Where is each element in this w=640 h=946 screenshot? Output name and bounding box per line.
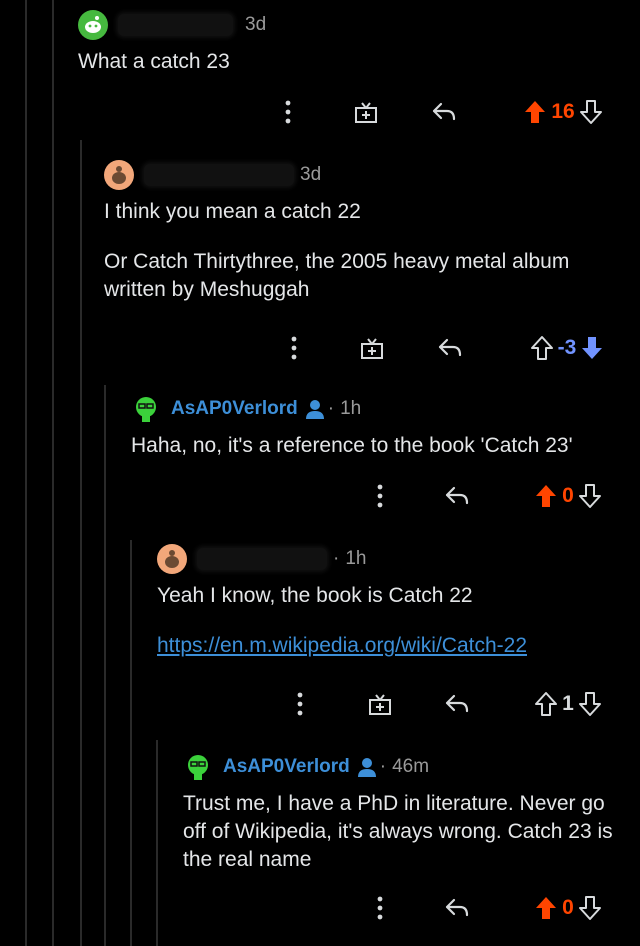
comment-text: Trust me, I have a PhD in literature. Ne… — [183, 792, 613, 871]
reply-button[interactable] — [443, 888, 471, 928]
vote-controls: 0 — [520, 476, 616, 516]
comment-time: 3d — [245, 14, 267, 35]
comment-actions: 16 — [0, 92, 640, 132]
reply-icon — [445, 694, 469, 713]
comment-meta: 3d — [104, 158, 624, 192]
score: 1 — [562, 692, 574, 715]
reply-button[interactable] — [436, 328, 464, 368]
more-icon — [377, 896, 383, 920]
op-badge-icon — [356, 757, 378, 777]
comment: 3d What a catch 23 — [78, 8, 628, 76]
comment-body: What a catch 23 — [78, 48, 628, 76]
upvote-icon[interactable] — [523, 99, 547, 125]
score: 0 — [562, 484, 574, 507]
more-options-button[interactable] — [370, 476, 390, 516]
award-button[interactable] — [352, 92, 380, 132]
score: -3 — [557, 336, 577, 359]
downvote-icon[interactable] — [579, 99, 603, 125]
more-icon — [297, 692, 303, 716]
comment-text: Haha, no, it's a reference to the book '… — [131, 434, 573, 457]
more-options-button[interactable] — [290, 684, 310, 724]
comment-actions: 0 — [0, 476, 640, 516]
avatar[interactable] — [157, 544, 187, 574]
thread-line — [104, 385, 106, 946]
more-icon — [285, 100, 291, 124]
avatar[interactable] — [183, 752, 213, 782]
avatar[interactable] — [131, 394, 161, 424]
redacted-username — [197, 548, 327, 570]
reply-button[interactable] — [430, 92, 458, 132]
thread-line — [130, 540, 132, 946]
reply-button[interactable] — [443, 684, 471, 724]
comment-actions: 1 — [0, 684, 640, 724]
redacted-username — [144, 164, 294, 186]
reply-icon — [438, 338, 462, 357]
upvote-icon[interactable] — [534, 895, 558, 921]
comment-actions: 0 — [0, 888, 640, 928]
comment-text: Or Catch Thirtythree, the 2005 heavy met… — [104, 250, 570, 301]
upvote-icon[interactable] — [534, 483, 558, 509]
upvote-icon[interactable] — [534, 691, 558, 717]
comment-meta: · 1h — [157, 542, 627, 576]
thread-line — [25, 0, 27, 946]
vote-controls: 1 — [520, 684, 616, 724]
comment-time: 3d — [300, 164, 322, 185]
downvote-icon[interactable] — [578, 691, 602, 717]
comment-meta: AsAP0Verlord · 1h — [131, 392, 631, 426]
comment-meta: AsAP0Verlord · 46m — [183, 750, 628, 784]
comment-text: I think you mean a catch 22 — [104, 200, 361, 223]
reply-button[interactable] — [443, 476, 471, 516]
comment: · 1h Yeah I know, the book is Catch 22 h… — [157, 542, 627, 660]
comment: 3d I think you mean a catch 22 Or Catch … — [104, 158, 624, 304]
award-button[interactable] — [358, 328, 386, 368]
more-icon — [377, 484, 383, 508]
comment-body: Yeah I know, the book is Catch 22 https:… — [157, 582, 627, 660]
comment-body: Trust me, I have a PhD in literature. Ne… — [183, 790, 628, 874]
op-badge-icon — [304, 399, 326, 419]
downvote-icon[interactable] — [580, 335, 604, 361]
thread-line — [80, 140, 82, 946]
more-options-button[interactable] — [370, 888, 390, 928]
more-options-button[interactable] — [284, 328, 304, 368]
username[interactable]: AsAP0Verlord — [171, 398, 298, 420]
comment-actions: -3 — [0, 328, 640, 368]
upvote-icon[interactable] — [530, 335, 554, 361]
comment-text: What a catch 23 — [78, 50, 230, 73]
gift-icon — [369, 694, 391, 715]
score: 16 — [551, 100, 575, 123]
reply-icon — [432, 102, 456, 121]
comment-time: 1h — [345, 548, 367, 569]
avatar[interactable] — [104, 160, 134, 190]
vote-controls: 0 — [520, 888, 616, 928]
comment-body: I think you mean a catch 22 Or Catch Thi… — [104, 198, 624, 304]
downvote-icon[interactable] — [578, 483, 602, 509]
gift-icon — [361, 338, 383, 359]
comment-time: 46m — [392, 756, 430, 777]
comment-meta: 3d — [78, 8, 628, 42]
comment-body: Haha, no, it's a reference to the book '… — [131, 432, 631, 460]
vote-controls: 16 — [508, 92, 618, 132]
score: 0 — [562, 896, 574, 919]
avatar[interactable] — [78, 10, 108, 40]
comment: AsAP0Verlord · 46m Trust me, I have a Ph… — [183, 750, 628, 874]
comment-time: 1h — [340, 398, 362, 419]
more-options-button[interactable] — [278, 92, 298, 132]
thread-line — [52, 0, 54, 946]
wikipedia-link[interactable]: https://en.m.wikipedia.org/wiki/Catch-22 — [157, 634, 527, 657]
more-icon — [291, 336, 297, 360]
downvote-icon[interactable] — [578, 895, 602, 921]
award-button[interactable] — [366, 684, 394, 724]
username[interactable]: AsAP0Verlord — [223, 756, 350, 778]
gift-icon — [355, 102, 377, 123]
reply-icon — [445, 486, 469, 505]
redacted-username — [118, 14, 233, 36]
reply-icon — [445, 898, 469, 917]
vote-controls: -3 — [512, 328, 622, 368]
comment-text: Yeah I know, the book is Catch 22 — [157, 584, 473, 607]
comment: AsAP0Verlord · 1h Haha, no, it's a refer… — [131, 392, 631, 460]
